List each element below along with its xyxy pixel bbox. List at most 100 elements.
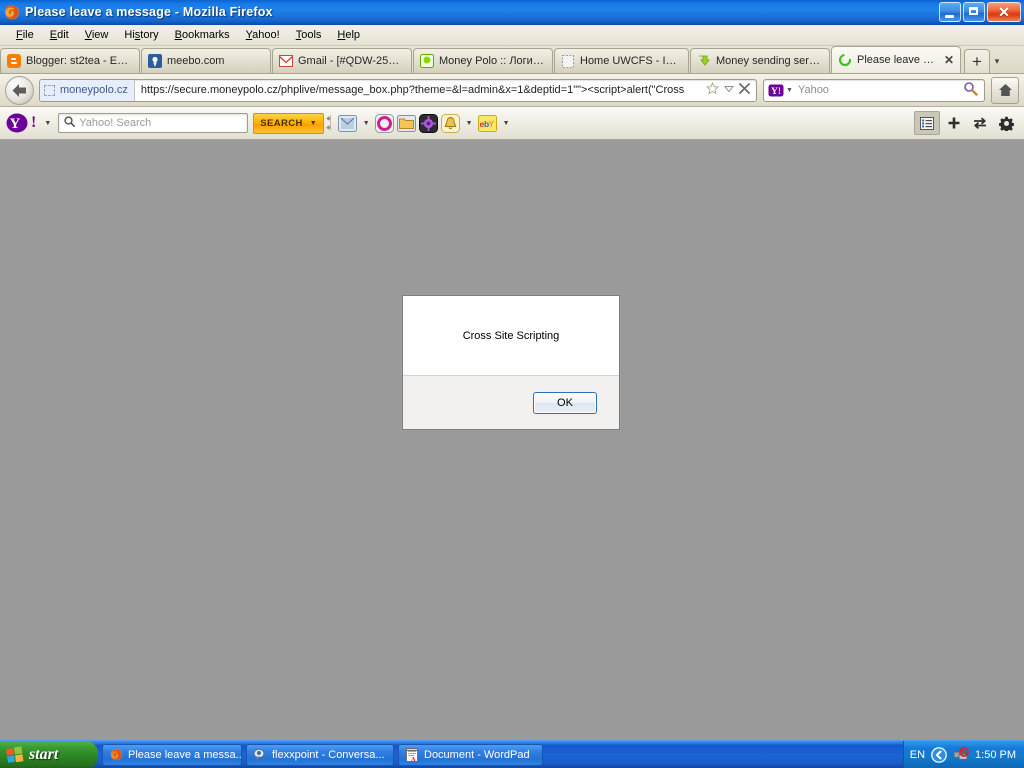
folder-icon[interactable]: [396, 112, 418, 134]
dialog-message: Cross Site Scripting: [462, 329, 560, 342]
clock[interactable]: 1:50 PM: [975, 749, 1016, 761]
loading-spinner-icon: [837, 52, 853, 68]
firefox-icon: [109, 748, 123, 762]
menu-item-tools[interactable]: Tools: [288, 27, 330, 43]
system-tray: EN 1:50 PM: [902, 740, 1024, 768]
tab-money-polo[interactable]: Money Polo :: Логин...: [413, 48, 553, 73]
chevron-down-icon[interactable]: ▼: [503, 120, 510, 127]
firefox-icon: [4, 4, 20, 20]
yahoo-search-input[interactable]: Yahoo! Search: [79, 117, 151, 129]
svg-text:Y: Y: [10, 116, 21, 132]
menu-bar: File Edit View History Bookmarks Yahoo! …: [0, 25, 1024, 46]
tab-label: Blogger: st2tea - Edit...: [26, 55, 133, 67]
network-disconnected-icon[interactable]: [953, 746, 969, 763]
window-controls: ✕: [939, 2, 1024, 22]
page-content-area: [0, 140, 1024, 740]
alerts-icon[interactable]: [440, 112, 462, 134]
tab-gmail[interactable]: Gmail - [#QDW-258-...: [272, 48, 412, 73]
yahoo-logo-icon[interactable]: Y !: [6, 112, 36, 134]
address-bar[interactable]: moneypolo.cz https://secure.moneypolo.cz…: [39, 78, 757, 102]
menu-item-yahoo[interactable]: Yahoo!: [238, 27, 288, 43]
tab-please-leave-a-message[interactable]: Please leave a me... ✕: [831, 46, 961, 73]
taskbar-item-label: flexxpoint - Conversa...: [272, 748, 385, 761]
taskbar-item-firefox[interactable]: Please leave a messa...: [102, 743, 242, 766]
url-text: https://secure.moneypolo.cz/phplive/mess…: [140, 84, 685, 96]
close-button[interactable]: ✕: [987, 2, 1021, 22]
games-icon[interactable]: [418, 112, 440, 134]
tab-label: meebo.com: [167, 55, 225, 67]
site-identity-label: moneypolo.cz: [60, 84, 128, 96]
menu-item-history[interactable]: History: [116, 27, 166, 43]
swap-icon[interactable]: [968, 112, 992, 134]
gmail-icon: [278, 53, 294, 69]
start-button[interactable]: start: [0, 740, 98, 768]
flickr-icon[interactable]: [374, 112, 396, 134]
tab-home-uwcfs[interactable]: Home UWCFS - Inter...: [554, 48, 689, 73]
home-button[interactable]: [991, 76, 1019, 104]
chevron-down-icon[interactable]: ▼: [786, 87, 793, 94]
wordpad-icon: A: [405, 747, 419, 762]
taskbar-item-wordpad[interactable]: A Document - WordPad: [398, 743, 543, 766]
chevron-down-icon[interactable]: [723, 84, 735, 96]
menu-item-help[interactable]: Help: [329, 27, 368, 43]
chevron-down-icon[interactable]: ▼: [44, 120, 51, 127]
ok-button[interactable]: OK: [533, 391, 597, 414]
tab-label: Please leave a me...: [857, 54, 938, 66]
tab-money-sending-service[interactable]: Money sending servic...: [690, 48, 830, 73]
yahoo-search-button[interactable]: SEARCH ▼: [253, 112, 324, 134]
dialog-button-area: OK: [403, 376, 619, 429]
search-input[interactable]: Yahoo: [798, 84, 963, 96]
back-button[interactable]: [5, 75, 34, 105]
tab-blogger[interactable]: Blogger: st2tea - Edit...: [0, 48, 140, 73]
minimize-button[interactable]: [939, 2, 961, 22]
stop-loading-icon[interactable]: [739, 83, 750, 97]
windows-flag-icon: [6, 745, 24, 764]
yahoo-toolbar: Y ! ▼ Yahoo! Search SEARCH ▼ ▼ ▼ e b Y ▼: [0, 107, 1024, 140]
tab-list-chevron-down-icon[interactable]: ▾: [990, 49, 1004, 73]
yahoo-search-engine-icon[interactable]: Y!: [768, 83, 784, 97]
chevron-down-icon[interactable]: ▼: [466, 120, 473, 127]
menu-item-file[interactable]: File: [8, 27, 42, 43]
menu-item-bookmarks[interactable]: Bookmarks: [167, 27, 238, 43]
new-tab-button[interactable]: +: [964, 49, 990, 73]
svg-text:Y!: Y!: [771, 87, 781, 97]
window-title-bar: Please leave a message - Mozilla Firefox…: [0, 0, 1024, 25]
taskbar-item-label: Document - WordPad: [424, 748, 530, 761]
list-view-icon[interactable]: [914, 111, 940, 135]
tab-bar: Blogger: st2tea - Edit... meebo.com Gmai…: [0, 46, 1024, 74]
menu-item-edit[interactable]: Edit: [42, 27, 77, 43]
address-bar-icons: [700, 81, 756, 98]
gear-icon[interactable]: [994, 112, 1018, 134]
blank-page-icon: [560, 53, 576, 69]
desktop-screen: Please leave a message - Mozilla Firefox…: [0, 0, 1024, 768]
browser-search-bar[interactable]: Y! ▼ Yahoo: [763, 78, 985, 102]
navigation-toolbar: moneypolo.cz https://secure.moneypolo.cz…: [0, 74, 1024, 107]
ok-button-label: OK: [557, 396, 573, 409]
arrow-green-icon: [696, 53, 712, 69]
javascript-alert-dialog: Cross Site Scripting OK: [402, 295, 620, 430]
bookmark-star-icon[interactable]: [705, 81, 720, 98]
menu-item-view[interactable]: View: [77, 27, 117, 43]
mail-icon[interactable]: [337, 112, 359, 134]
language-indicator[interactable]: EN: [910, 749, 925, 761]
show-hidden-icons-arrow[interactable]: [931, 746, 947, 763]
moneypolo-icon: [419, 53, 435, 69]
search-magnifier-icon[interactable]: [963, 81, 984, 99]
yahoo-toolbar-right-group: [914, 111, 1018, 135]
tab-close-icon[interactable]: ✕: [944, 54, 954, 66]
taskbar-item-label: Please leave a messa...: [128, 748, 242, 761]
svg-text:A: A: [411, 757, 416, 762]
tab-label: Gmail - [#QDW-258-...: [298, 55, 405, 67]
yahoo-search-input-wrap[interactable]: Yahoo! Search: [58, 113, 249, 133]
tab-label: Money Polo :: Логин...: [439, 55, 546, 67]
add-icon[interactable]: [942, 112, 966, 134]
chevron-down-icon[interactable]: ▼: [363, 120, 370, 127]
site-identity-button[interactable]: moneypolo.cz: [40, 79, 135, 101]
maximize-restore-button[interactable]: [963, 2, 985, 22]
taskbar-item-flexxpoint[interactable]: flexxpoint - Conversa...: [246, 743, 394, 766]
chevron-down-icon[interactable]: ▼: [310, 120, 317, 127]
window-title: Please leave a message - Mozilla Firefox: [25, 5, 273, 19]
taskbar: start Please leave a messa... flexxpoint…: [0, 740, 1024, 768]
tab-meebo[interactable]: meebo.com: [141, 48, 271, 73]
ebay-icon[interactable]: ebY: [477, 112, 499, 134]
